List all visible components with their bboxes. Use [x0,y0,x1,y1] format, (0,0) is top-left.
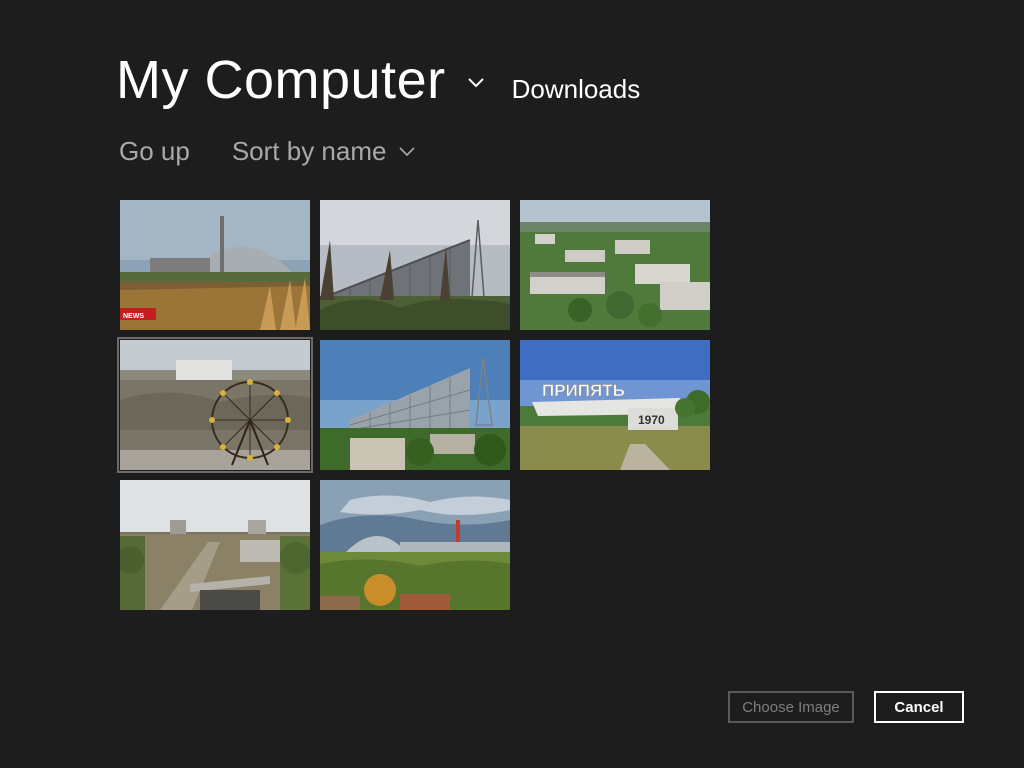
cancel-label: Cancel [894,698,944,716]
thumbnail-2[interactable] [320,200,510,330]
sort-dropdown[interactable]: Sort by name [232,134,417,168]
location-title[interactable]: My Computer [116,48,446,112]
thumbnail-image: NEWS [120,200,310,330]
go-up-button[interactable]: Go up [119,134,190,168]
chevron-down-icon[interactable] [466,72,486,92]
thumbnail-5[interactable] [320,340,510,470]
title-row: My Computer Downloads [116,48,640,118]
go-up-label: Go up [119,136,190,166]
file-picker: My Computer Downloads Go up Sort by name [0,0,1024,768]
choose-image-button[interactable]: Choose Image [728,691,854,723]
thumbnail-grid: NEWS ПРИПЯТЬ 1970 [117,200,720,610]
subfolder-downloads[interactable]: Downloads [512,73,641,105]
chevron-down-icon [399,147,416,157]
thumbnail-image [320,200,510,330]
thumbnail-image [320,480,510,610]
sign-text: ПРИПЯТЬ [542,381,625,400]
sort-label: Sort by name [231,136,387,166]
sign-year: 1970 [638,413,665,427]
choose-image-label: Choose Image [742,698,840,716]
thumbnail-6[interactable]: ПРИПЯТЬ 1970 [520,340,710,470]
command-bar: Go up Sort by name [119,134,416,168]
thumbnail-image [320,340,510,470]
news-overlay-text: NEWS [123,313,144,320]
thumbnail-7[interactable] [120,480,310,610]
thumbnail-1[interactable]: NEWS [120,200,310,330]
thumbnail-image [120,340,310,470]
thumbnail-3[interactable] [520,200,710,330]
thumbnail-8[interactable] [320,480,510,610]
cancel-button[interactable]: Cancel [874,691,964,723]
thumbnail-image [520,200,710,330]
thumbnail-image [120,480,310,610]
thumbnail-image: ПРИПЯТЬ 1970 [520,340,710,470]
thumbnail-4[interactable] [117,337,313,473]
